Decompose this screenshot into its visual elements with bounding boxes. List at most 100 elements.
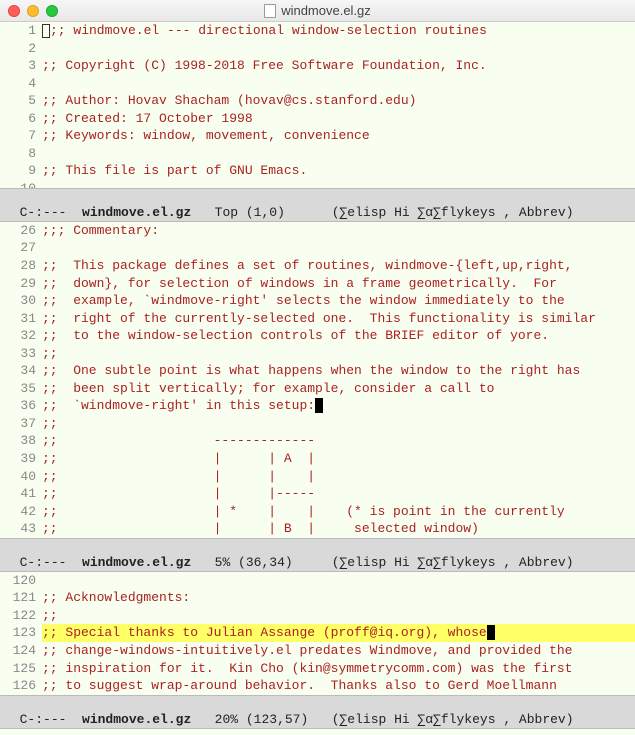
code-text: ;; This package defines a set of routine… bbox=[42, 257, 635, 275]
line-number: 27 bbox=[0, 239, 42, 257]
line-number: 2 bbox=[0, 40, 42, 58]
buffer-bottom[interactable]: 120121;; Acknowledgments:122;;123;; Spec… bbox=[0, 572, 635, 695]
code-line[interactable]: 10 bbox=[0, 180, 635, 188]
modeline-middle[interactable]: C-:--- windmove.el.gz 5% (36,34) (∑elisp… bbox=[0, 538, 635, 572]
code-line[interactable]: 35;; been split vertically; for example,… bbox=[0, 380, 635, 398]
code-line[interactable]: 9;; This file is part of GNU Emacs. bbox=[0, 162, 635, 180]
line-number: 121 bbox=[0, 589, 42, 607]
code-line[interactable]: 43;; | | B | selected window) bbox=[0, 520, 635, 538]
code-text: ;; example, `windmove-right' selects the… bbox=[42, 292, 635, 310]
line-number: 122 bbox=[0, 607, 42, 625]
code-text: ;; One subtle point is what happens when… bbox=[42, 362, 635, 380]
buffer-top[interactable]: 1;; windmove.el --- directional window-s… bbox=[0, 22, 635, 188]
code-line[interactable]: 7;; Keywords: window, movement, convenie… bbox=[0, 127, 635, 145]
modeline-top[interactable]: C-:--- windmove.el.gz Top (1,0) (∑elisp … bbox=[0, 188, 635, 222]
line-number: 6 bbox=[0, 110, 42, 128]
line-number: 5 bbox=[0, 92, 42, 110]
code-line[interactable]: 2 bbox=[0, 40, 635, 58]
code-line[interactable]: 42;; | * | | (* is point in the currentl… bbox=[0, 503, 635, 521]
code-text: ;; been split vertically; for example, c… bbox=[42, 380, 635, 398]
line-number: 126 bbox=[0, 677, 42, 695]
line-number: 120 bbox=[0, 572, 42, 590]
code-line[interactable]: 122;; bbox=[0, 607, 635, 625]
line-number: 38 bbox=[0, 432, 42, 450]
line-number: 35 bbox=[0, 380, 42, 398]
code-text: ;; | | A | bbox=[42, 450, 635, 468]
code-line[interactable]: 121;; Acknowledgments: bbox=[0, 589, 635, 607]
modeline-state: C-:--- bbox=[20, 205, 82, 220]
line-number: 4 bbox=[0, 75, 42, 93]
code-line[interactable]: 38;; ------------- bbox=[0, 432, 635, 450]
code-line[interactable]: 33;; bbox=[0, 345, 635, 363]
line-number: 42 bbox=[0, 503, 42, 521]
code-text: ;; Author: Hovav Shacham (hovav@cs.stanf… bbox=[42, 92, 635, 110]
code-line[interactable]: 1;; windmove.el --- directional window-s… bbox=[0, 22, 635, 40]
line-number: 10 bbox=[0, 180, 42, 188]
line-number: 30 bbox=[0, 292, 42, 310]
code-line[interactable]: 124;; change-windows-intuitively.el pred… bbox=[0, 642, 635, 660]
line-number: 31 bbox=[0, 310, 42, 328]
modeline-modes: (∑elisp Hi ∑α∑flykeys , Abbrev) bbox=[332, 205, 574, 220]
line-number: 40 bbox=[0, 468, 42, 486]
window-controls bbox=[8, 5, 58, 17]
titlebar[interactable]: windmove.el.gz bbox=[0, 0, 635, 22]
zoom-icon[interactable] bbox=[46, 5, 58, 17]
modeline-state: C-:--- bbox=[20, 712, 82, 727]
code-text: ;; Special thanks to Julian Assange (pro… bbox=[42, 624, 635, 642]
line-number: 1 bbox=[0, 22, 42, 40]
code-text bbox=[42, 145, 635, 163]
code-line[interactable]: 4 bbox=[0, 75, 635, 93]
code-text: ;;; Commentary: bbox=[42, 222, 635, 240]
line-number: 124 bbox=[0, 642, 42, 660]
code-text bbox=[42, 75, 635, 93]
code-text: ;; Acknowledgments: bbox=[42, 589, 635, 607]
code-line[interactable]: 37;; bbox=[0, 415, 635, 433]
code-line[interactable]: 36;; `windmove-right' in this setup: bbox=[0, 397, 635, 415]
code-line[interactable]: 34;; One subtle point is what happens wh… bbox=[0, 362, 635, 380]
code-text bbox=[42, 180, 635, 188]
modeline-bottom[interactable]: C-:--- windmove.el.gz 20% (123,57) (∑eli… bbox=[0, 695, 635, 729]
code-line[interactable]: 125;; inspiration for it. Kin Cho (kin@s… bbox=[0, 660, 635, 678]
code-line[interactable]: 28;; This package defines a set of routi… bbox=[0, 257, 635, 275]
code-line[interactable]: 27 bbox=[0, 239, 635, 257]
line-number: 28 bbox=[0, 257, 42, 275]
code-line[interactable]: 39;; | | A | bbox=[0, 450, 635, 468]
line-number: 34 bbox=[0, 362, 42, 380]
code-line[interactable]: 31;; right of the currently-selected one… bbox=[0, 310, 635, 328]
code-line[interactable]: 5;; Author: Hovav Shacham (hovav@cs.stan… bbox=[0, 92, 635, 110]
code-text: ;; bbox=[42, 607, 635, 625]
code-text bbox=[42, 572, 635, 590]
line-number: 39 bbox=[0, 450, 42, 468]
minimize-icon[interactable] bbox=[27, 5, 39, 17]
code-line[interactable]: 8 bbox=[0, 145, 635, 163]
code-line[interactable]: 29;; down}, for selection of windows in … bbox=[0, 275, 635, 293]
code-line[interactable]: 120 bbox=[0, 572, 635, 590]
minibuffer-area[interactable] bbox=[0, 729, 635, 735]
code-text: ;; `windmove-right' in this setup: bbox=[42, 397, 635, 415]
code-line[interactable]: 26;;; Commentary: bbox=[0, 222, 635, 240]
code-text: ;; Copyright (C) 1998-2018 Free Software… bbox=[42, 57, 635, 75]
code-line[interactable]: 3;; Copyright (C) 1998-2018 Free Softwar… bbox=[0, 57, 635, 75]
code-line[interactable]: 32;; to the window-selection controls of… bbox=[0, 327, 635, 345]
close-icon[interactable] bbox=[8, 5, 20, 17]
line-number: 8 bbox=[0, 145, 42, 163]
line-number: 125 bbox=[0, 660, 42, 678]
code-line[interactable]: 30;; example, `windmove-right' selects t… bbox=[0, 292, 635, 310]
code-line[interactable]: 40;; | | | bbox=[0, 468, 635, 486]
buffer-middle[interactable]: 26;;; Commentary:2728;; This package def… bbox=[0, 222, 635, 538]
code-text bbox=[42, 40, 635, 58]
code-text: ;; Created: 17 October 1998 bbox=[42, 110, 635, 128]
code-text: ;; down}, for selection of windows in a … bbox=[42, 275, 635, 293]
code-text: ;; to the window-selection controls of t… bbox=[42, 327, 635, 345]
code-line[interactable]: 6;; Created: 17 October 1998 bbox=[0, 110, 635, 128]
code-line[interactable]: 41;; | |----- bbox=[0, 485, 635, 503]
line-number: 41 bbox=[0, 485, 42, 503]
code-text: ;; bbox=[42, 415, 635, 433]
code-text: ;; change-windows-intuitively.el predate… bbox=[42, 642, 635, 660]
code-text: ;; windmove.el --- directional window-se… bbox=[42, 22, 635, 40]
line-number: 37 bbox=[0, 415, 42, 433]
code-line[interactable]: 123;; Special thanks to Julian Assange (… bbox=[0, 624, 635, 642]
code-text: ;; This file is part of GNU Emacs. bbox=[42, 162, 635, 180]
code-line[interactable]: 126;; to suggest wrap-around behavior. T… bbox=[0, 677, 635, 695]
cursor-box-icon bbox=[42, 24, 50, 38]
